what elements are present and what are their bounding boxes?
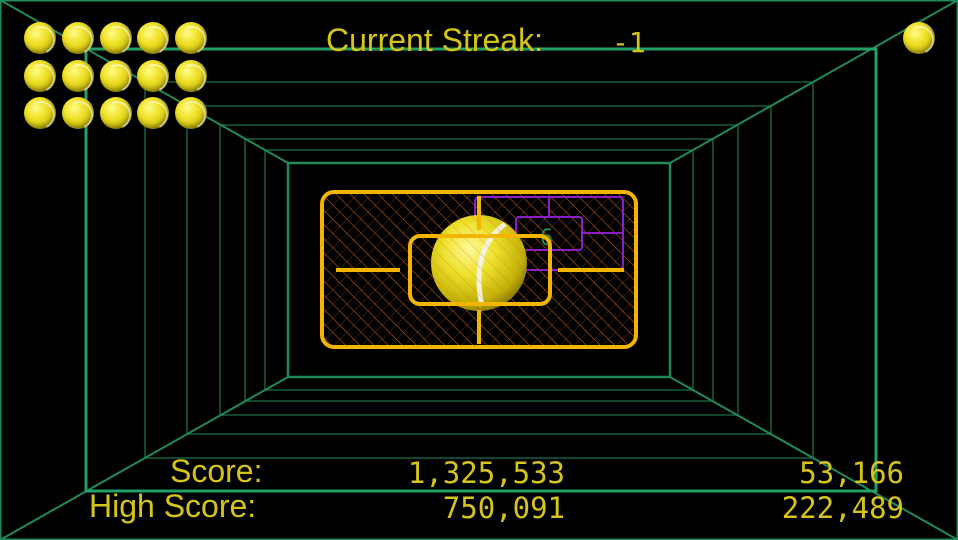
life-ball-icon: [903, 22, 935, 54]
life-ball-icon: [24, 22, 56, 54]
score-value: 1,325,533: [407, 456, 565, 490]
life-ball-icon: [175, 22, 207, 54]
opponent-score-value: 53,166: [799, 456, 904, 490]
life-ball-icon: [62, 60, 94, 92]
streak-label: Current Streak:: [326, 22, 543, 58]
life-ball-icon: [100, 60, 132, 92]
life-ball-icon: [175, 97, 207, 129]
life-ball-icon: [62, 22, 94, 54]
score-label: Score:: [170, 453, 263, 489]
high-score-value: 750,091: [442, 491, 565, 525]
life-ball-icon: [175, 60, 207, 92]
high-score-label: High Score:: [89, 488, 257, 524]
streak-value: -1: [612, 26, 646, 59]
life-ball-icon: [100, 97, 132, 129]
life-ball-icon: [24, 60, 56, 92]
life-ball-icon: [137, 60, 169, 92]
life-ball-icon: [24, 97, 56, 129]
life-ball-icon: [100, 22, 132, 54]
opponent-lives: [903, 22, 935, 54]
opponent-high-score-value: 222,489: [781, 491, 904, 525]
player-lives: [24, 22, 214, 130]
life-ball-icon: [137, 22, 169, 54]
life-ball-icon: [62, 97, 94, 129]
life-ball-icon: [137, 97, 169, 129]
